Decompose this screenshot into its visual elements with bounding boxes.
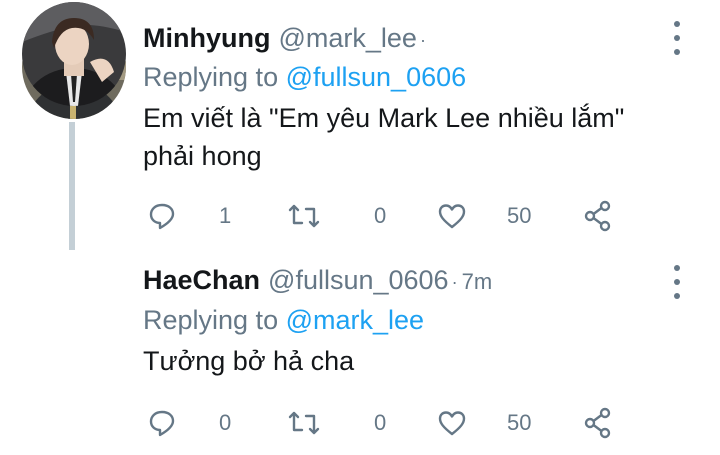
timestamp[interactable]: 7m (462, 269, 493, 294)
tweet-text-line: Tưởng bở hả cha (143, 346, 355, 376)
handle[interactable]: @fullsun_0606 (268, 265, 449, 295)
tweet-text: Tưởng bở hả cha (143, 342, 683, 380)
tweet-text-line: phải hong (143, 141, 262, 171)
reply-button[interactable]: 0 (147, 405, 231, 441)
thread-line (69, 122, 75, 250)
like-button[interactable]: 50 (437, 405, 531, 441)
heart-icon (438, 204, 466, 229)
like-count: 50 (507, 410, 532, 435)
more-vertical-icon (674, 21, 680, 27)
action-bar: 0 0 50 (143, 405, 623, 441)
tweet-text: Em viết là "Em yêu Mark Lee nhiều lắm" p… (143, 99, 683, 175)
tweet-text-line: Em viết là "Em yêu Mark Lee nhiều lắm" (143, 103, 625, 133)
share-button[interactable] (583, 405, 613, 441)
reply-count: 1 (219, 203, 232, 228)
handle[interactable]: @mark_lee (278, 23, 416, 53)
retweet-count: 0 (374, 410, 387, 435)
display-name[interactable]: Minhyung (143, 23, 270, 53)
reply-icon (149, 410, 175, 437)
mention-link[interactable]: @mark_lee (286, 305, 424, 335)
like-button[interactable]: 50 (437, 198, 531, 234)
retweet-icon (288, 204, 320, 228)
more-vertical-icon (674, 265, 680, 271)
share-icon (584, 200, 611, 232)
more-options-button[interactable] (669, 21, 685, 55)
reply-icon (149, 203, 175, 230)
tweet[interactable]: HaeChan @fullsun_0606 · 7m Replying to @mar… (0, 2, 720, 455)
tweet-header: HaeChan @fullsun_0606 · 7m (143, 263, 492, 299)
replying-to-label: Replying to (143, 305, 286, 335)
retweet-button[interactable]: 0 (288, 198, 386, 234)
avatar[interactable] (22, 2, 126, 106)
separator-dot: · (419, 29, 426, 50)
replying-to-label: Replying to (143, 62, 286, 92)
action-bar: 1 0 50 (143, 198, 623, 234)
replying-to: Replying to @mark_lee (143, 303, 424, 337)
mention-link[interactable]: @fullsun_0606 (286, 62, 467, 92)
heart-icon (438, 411, 466, 436)
share-button[interactable] (583, 198, 613, 234)
replying-to: Replying to @fullsun_0606 (143, 60, 466, 94)
retweet-icon (288, 411, 320, 435)
display-name[interactable]: HaeChan (143, 265, 260, 295)
tweet-header: Minhyung @mark_lee · (143, 21, 426, 57)
retweet-count: 0 (374, 203, 387, 228)
reply-count: 0 (219, 410, 232, 435)
share-icon (584, 407, 611, 439)
separator-dot: · (451, 271, 458, 292)
like-count: 50 (507, 203, 532, 228)
more-options-button[interactable] (669, 265, 685, 299)
retweet-button[interactable]: 0 (288, 405, 386, 441)
reply-button[interactable]: 1 (147, 198, 231, 234)
